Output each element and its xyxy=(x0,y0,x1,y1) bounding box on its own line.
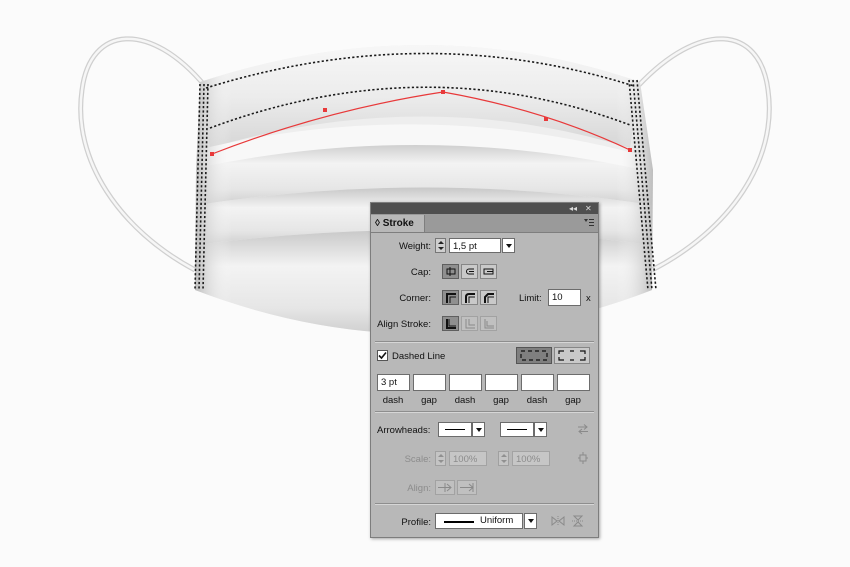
close-panel-icon[interactable]: ✕ xyxy=(585,203,592,214)
dash-label-2: dash xyxy=(454,395,476,406)
separator xyxy=(375,411,594,413)
dash-field-3[interactable] xyxy=(521,374,554,391)
panel-titlebar[interactable]: ◂◂ ✕ xyxy=(371,203,598,214)
gap-label-1: gap xyxy=(421,395,437,406)
separator xyxy=(375,503,594,505)
tab-stroke-prefix: ◊ xyxy=(375,218,380,229)
tab-stroke[interactable]: ◊ Stroke xyxy=(371,215,425,232)
round-cap-icon xyxy=(466,268,474,275)
align-outside-icon xyxy=(484,319,494,329)
checkmark-icon xyxy=(378,351,387,360)
align-stroke-label: Align Stroke: xyxy=(377,319,431,330)
dash-label-3: dash xyxy=(526,395,548,406)
scale-end-field[interactable]: 100% xyxy=(512,451,550,466)
arrow-place-at-end-button[interactable] xyxy=(457,480,477,495)
align-label: Align: xyxy=(407,483,431,494)
end-arrowhead-select[interactable] xyxy=(500,422,534,437)
align-stroke-inside-button[interactable] xyxy=(461,316,478,331)
arrow-place-end-icon xyxy=(460,483,474,492)
link-scale-icon[interactable] xyxy=(576,451,590,465)
align-stroke-center-button[interactable] xyxy=(442,316,459,331)
corner-label: Corner: xyxy=(399,293,431,304)
panel-tabbar: ◊ Stroke xyxy=(371,214,598,233)
weight-stepper[interactable] xyxy=(435,238,446,253)
tab-stroke-label: Stroke xyxy=(382,218,414,229)
weight-dropdown-button[interactable] xyxy=(502,238,515,253)
butt-cap-button[interactable] xyxy=(442,264,459,279)
profile-select[interactable]: Uniform xyxy=(435,513,523,529)
dash-field-1[interactable]: 3 pt xyxy=(377,374,410,391)
weight-field[interactable]: 1,5 pt xyxy=(449,238,501,253)
weight-label: Weight: xyxy=(398,241,431,252)
align-stroke-outside-button[interactable] xyxy=(480,316,497,331)
miter-join-icon xyxy=(446,293,456,303)
limit-unit: x xyxy=(586,293,591,304)
profile-dropdown-button[interactable] xyxy=(524,513,537,529)
dash-field-2[interactable] xyxy=(449,374,482,391)
profile-line-icon xyxy=(444,521,474,523)
projecting-cap-button[interactable] xyxy=(480,264,497,279)
preserve-dash-button[interactable] xyxy=(516,347,552,364)
arrow-extend-icon xyxy=(438,483,452,492)
dashed-line-checkbox[interactable] xyxy=(377,350,388,361)
gap-label-3: gap xyxy=(565,395,581,406)
bevel-join-icon xyxy=(484,293,494,303)
projecting-cap-icon xyxy=(483,268,494,275)
limit-label: Limit: xyxy=(519,293,542,304)
align-dash-corners-button[interactable] xyxy=(554,347,590,364)
cap-label: Cap: xyxy=(410,267,431,278)
flip-across-icon[interactable] xyxy=(572,515,586,527)
scale-start-field[interactable]: 100% xyxy=(449,451,487,466)
profile-label: Profile: xyxy=(401,517,431,528)
gap-field-1[interactable] xyxy=(413,374,446,391)
swap-arrowheads-icon[interactable] xyxy=(577,423,589,435)
gap-field-2[interactable] xyxy=(485,374,518,391)
round-join-icon xyxy=(465,293,475,303)
gap-field-3[interactable] xyxy=(557,374,590,391)
dashed-line-label: Dashed Line xyxy=(392,351,446,362)
bevel-join-button[interactable] xyxy=(480,290,497,305)
scale-label: Scale: xyxy=(404,454,431,465)
miter-join-button[interactable] xyxy=(442,290,459,305)
butt-cap-icon xyxy=(446,267,456,276)
preserve-dash-icon xyxy=(520,350,548,361)
dash-label-1: dash xyxy=(382,395,404,406)
align-dash-corners-icon xyxy=(558,350,586,361)
arrowheads-label: Arrowheads: xyxy=(377,425,431,436)
panel-menu-icon[interactable] xyxy=(584,218,594,227)
start-arrowhead-dropdown-button[interactable] xyxy=(472,422,485,437)
align-center-icon xyxy=(446,319,456,329)
round-join-button[interactable] xyxy=(461,290,478,305)
arrow-extend-beyond-button[interactable] xyxy=(435,480,455,495)
scale-start-stepper[interactable] xyxy=(435,451,446,466)
separator xyxy=(375,341,594,343)
collapse-panel-icon[interactable]: ◂◂ xyxy=(569,203,577,214)
end-arrowhead-dropdown-button[interactable] xyxy=(534,422,547,437)
flip-along-icon[interactable] xyxy=(551,515,565,527)
start-arrowhead-select[interactable] xyxy=(438,422,472,437)
scale-end-stepper[interactable] xyxy=(498,451,509,466)
profile-value: Uniform xyxy=(480,515,514,526)
align-inside-icon xyxy=(465,319,475,329)
round-cap-button[interactable] xyxy=(461,264,478,279)
stroke-panel: ◂◂ ✕ ◊ Stroke Weight: 1,5 pt Cap: Corner… xyxy=(370,202,599,538)
limit-field[interactable]: 10 xyxy=(548,289,581,306)
gap-label-2: gap xyxy=(493,395,509,406)
